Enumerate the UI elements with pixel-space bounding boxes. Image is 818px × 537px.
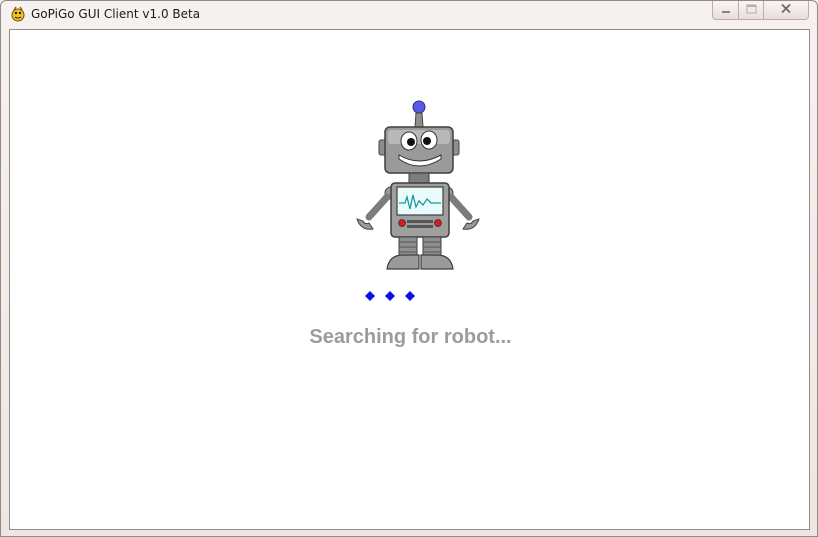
app-window: GoPiGo GUI Client v1.0 Beta Searching fo… [0, 0, 818, 537]
maximize-icon [746, 4, 757, 17]
status-message: Searching for robot... [309, 326, 512, 348]
antenna-ball [412, 100, 426, 114]
loading-dot [405, 291, 415, 301]
loading-dot [385, 291, 395, 301]
loading-dot [365, 291, 375, 301]
loading-dots [365, 289, 415, 301]
robot-illustration [343, 97, 483, 272]
app-icon[interactable] [10, 6, 26, 22]
close-icon [780, 3, 792, 17]
client-area: Searching for robot... [9, 29, 810, 530]
maximize-button[interactable] [739, 1, 764, 20]
close-button[interactable] [764, 1, 809, 20]
window-title: GoPiGo GUI Client v1.0 Beta [31, 7, 201, 21]
window-controls [712, 1, 809, 20]
title-bar[interactable]: GoPiGo GUI Client v1.0 Beta [1, 1, 817, 29]
minimize-icon [721, 4, 731, 17]
minimize-button[interactable] [712, 1, 739, 20]
